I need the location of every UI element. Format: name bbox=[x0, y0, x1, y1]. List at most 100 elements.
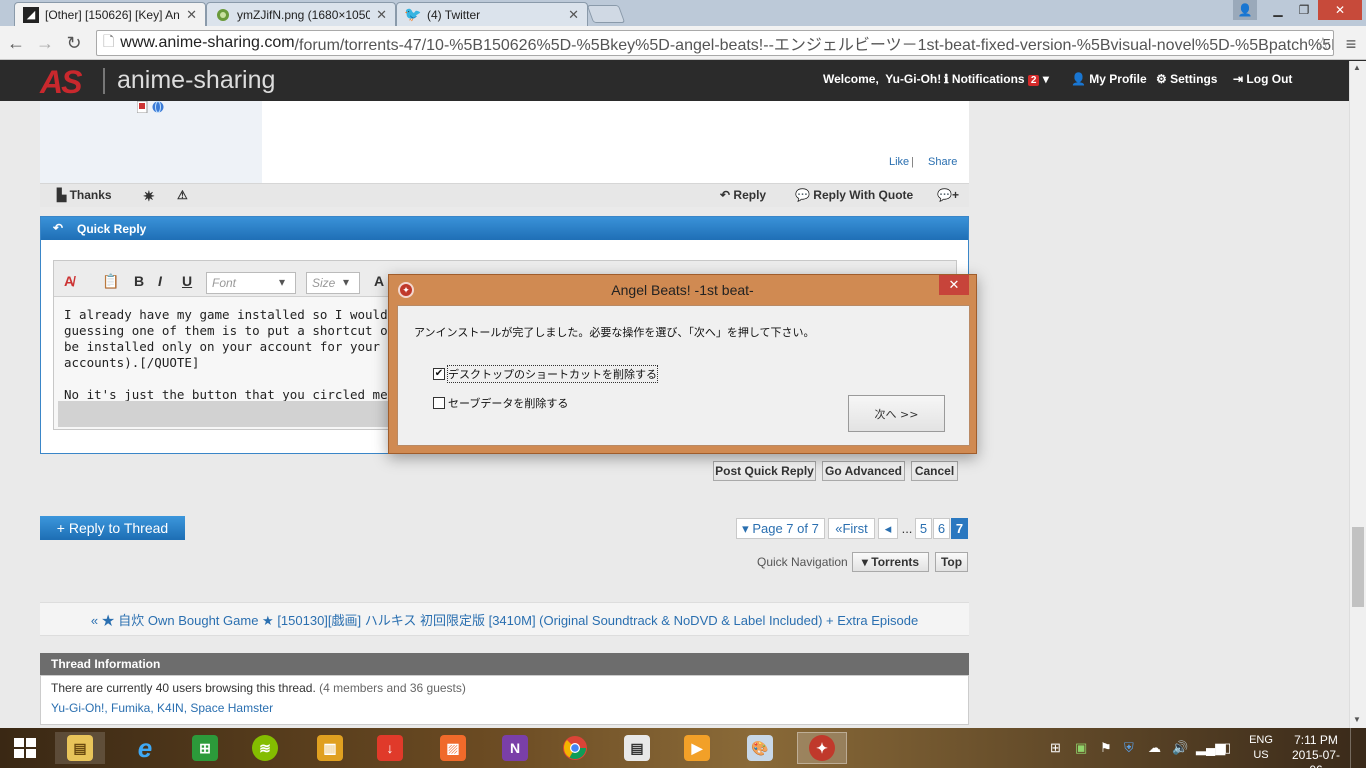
star-icon[interactable]: ✷ bbox=[143, 188, 155, 205]
logo-divider bbox=[103, 68, 105, 94]
media-player-icon[interactable]: ▶ bbox=[672, 732, 722, 764]
reader-app-icon[interactable]: ▤ bbox=[612, 732, 662, 764]
delete-shortcut-option[interactable]: ✔ デスクトップのショートカットを削除する bbox=[433, 365, 658, 383]
like-link[interactable]: Like bbox=[889, 156, 909, 168]
scrollbar-thumb[interactable] bbox=[1352, 527, 1364, 607]
my-profile-link[interactable]: 👤 My Profile bbox=[1071, 72, 1147, 86]
browsing-users-list[interactable]: Yu-Gi-Oh!, Fumika, K4IN, Space Hamster bbox=[51, 701, 273, 715]
remove-format-icon[interactable]: A̸ bbox=[64, 273, 74, 289]
address-bar[interactable]: 🗋 www.anime-sharing.com/forum/torrents-4… bbox=[96, 30, 1334, 56]
spotify-icon[interactable]: ≋ bbox=[240, 732, 290, 764]
page-indicator[interactable]: ▾ Page 7 of 7 bbox=[736, 518, 825, 539]
font-select[interactable]: Font ▾ bbox=[206, 272, 296, 294]
browser-tab-strip: ◢ [Other] [150626] [Key] Ang ✕ ymZJifN.p… bbox=[0, 0, 1366, 26]
site-logo[interactable]: AS bbox=[40, 64, 82, 101]
windows-icon[interactable]: ⊞ bbox=[1050, 740, 1061, 756]
minimize-icon[interactable]: ▁ bbox=[1265, 0, 1291, 20]
system-clock[interactable]: 7:11 PM2015-07-06 bbox=[1288, 733, 1344, 768]
quick-navigation-label: Quick Navigation bbox=[757, 555, 848, 569]
delete-save-data-checkbox[interactable] bbox=[433, 397, 445, 409]
uninstall-dialog: ✦ Angel Beats! -1st beat- ✕ アンインストールが完了し… bbox=[388, 274, 977, 454]
store-icon[interactable]: ⊞ bbox=[180, 732, 230, 764]
go-advanced-button[interactable]: Go Advanced bbox=[822, 461, 905, 481]
page-link-current[interactable]: 7 bbox=[951, 518, 968, 539]
thanks-button[interactable]: ▙ Thanks bbox=[57, 188, 112, 202]
underline-icon[interactable]: U bbox=[182, 273, 192, 289]
report-warning-icon[interactable]: ⚠ bbox=[177, 188, 188, 202]
battery-icon[interactable]: ▯ bbox=[1224, 740, 1231, 756]
font-placeholder: Font bbox=[212, 276, 237, 290]
clock-date: 2015-07-06 bbox=[1291, 748, 1341, 768]
start-button[interactable] bbox=[0, 732, 50, 764]
window-close-icon[interactable]: ✕ bbox=[1318, 0, 1362, 20]
delete-save-data-option[interactable]: セーブデータを削除する bbox=[433, 395, 568, 411]
shield-icon[interactable]: ⛨ bbox=[1124, 740, 1134, 756]
scroll-up-icon[interactable]: ▲ bbox=[1353, 63, 1361, 72]
menu-icon[interactable]: ≡ bbox=[1340, 33, 1362, 55]
close-tab-icon[interactable]: ✕ bbox=[568, 7, 579, 23]
settings-link[interactable]: ⚙ Settings bbox=[1156, 72, 1217, 86]
top-button[interactable]: Top bbox=[935, 552, 968, 572]
logout-link[interactable]: ⇥ Log Out bbox=[1233, 72, 1292, 86]
internet-explorer-icon[interactable]: e bbox=[120, 732, 170, 764]
browser-tab-image[interactable]: ymZJifN.png (1680×1050) ✕ bbox=[206, 2, 396, 26]
prev-page-icon[interactable]: ◂ bbox=[878, 518, 898, 539]
username-link[interactable]: Yu-Gi-Oh! bbox=[885, 72, 941, 86]
photos-icon[interactable]: ▨ bbox=[428, 732, 478, 764]
volume-icon[interactable]: 🔊 bbox=[1172, 740, 1188, 756]
text-color-icon[interactable]: A bbox=[374, 273, 384, 289]
action-center-flag-icon[interactable]: ⚑ bbox=[1100, 740, 1112, 756]
maximize-icon[interactable]: ❐ bbox=[1291, 0, 1317, 20]
share-link[interactable]: Share bbox=[928, 156, 957, 168]
first-page-link[interactable]: «First bbox=[828, 518, 875, 539]
user-profile-icon[interactable]: 👤 bbox=[1233, 0, 1257, 20]
signal-icon[interactable]: ▂▄▆ bbox=[1196, 740, 1225, 756]
vertical-scrollbar[interactable]: ▲ ▼ bbox=[1349, 61, 1366, 728]
reply-with-quote-button[interactable]: 💬 Reply With Quote bbox=[795, 188, 913, 202]
cancel-button[interactable]: Cancel bbox=[911, 461, 958, 481]
forward-icon[interactable]: → bbox=[34, 32, 56, 54]
new-tab-button[interactable] bbox=[586, 5, 626, 23]
chrome-icon[interactable] bbox=[550, 732, 600, 764]
clipboard-app-icon[interactable]: ▥ bbox=[305, 732, 355, 764]
file-explorer-icon[interactable]: ▤ bbox=[55, 732, 105, 764]
size-select[interactable]: Size ▾ bbox=[306, 272, 360, 294]
torrents-nav-button[interactable]: ▾ Torrents bbox=[852, 552, 929, 572]
editor-textarea[interactable]: I already have my game installed so I wo… bbox=[64, 307, 433, 403]
previous-thread-link[interactable]: « ★ 自炊 Own Bought Game ★ [150130][戯画] ハル… bbox=[40, 602, 969, 636]
delete-shortcut-label: デスクトップのショートカットを削除する bbox=[447, 365, 658, 383]
region-code: US bbox=[1253, 749, 1269, 761]
delete-shortcut-checkbox[interactable]: ✔ bbox=[433, 368, 445, 380]
browsing-users-text: There are currently 40 users browsing th… bbox=[51, 681, 466, 695]
post-quick-reply-button[interactable]: Post Quick Reply bbox=[713, 461, 816, 481]
multi-quote-icon[interactable]: 💬+ bbox=[937, 188, 959, 202]
cloud-icon[interactable]: ☁ bbox=[1148, 740, 1161, 756]
close-tab-icon[interactable]: ✕ bbox=[376, 7, 387, 23]
app-tray-icon[interactable]: ▣ bbox=[1075, 740, 1087, 756]
italic-icon[interactable]: I bbox=[158, 273, 162, 289]
close-tab-icon[interactable]: ✕ bbox=[186, 7, 197, 23]
bookmark-star-icon[interactable]: ☆ bbox=[1312, 33, 1334, 55]
bold-icon[interactable]: B bbox=[134, 273, 144, 289]
reload-icon[interactable]: ↻ bbox=[63, 32, 85, 54]
dialog-message: アンインストールが完了しました。必要な操作を選び、「次へ」を押して下さい。 bbox=[414, 326, 815, 339]
input-language[interactable]: ENG US bbox=[1246, 733, 1276, 763]
paint-icon[interactable]: 🎨 bbox=[735, 732, 785, 764]
page-link-6[interactable]: 6 bbox=[933, 518, 950, 539]
reply-to-thread-button[interactable]: + Reply to Thread bbox=[40, 516, 185, 540]
onenote-icon[interactable]: N bbox=[490, 732, 540, 764]
browser-tab-twitter[interactable]: 🐦 (4) Twitter ✕ bbox=[396, 2, 588, 26]
page-link-5[interactable]: 5 bbox=[915, 518, 932, 539]
back-icon[interactable]: ← bbox=[5, 32, 27, 54]
reply-button[interactable]: ↶ Reply bbox=[720, 188, 766, 202]
download-manager-icon[interactable]: ↓ bbox=[365, 732, 415, 764]
browser-tab-active[interactable]: ◢ [Other] [150626] [Key] Ang ✕ bbox=[14, 2, 206, 26]
site-name[interactable]: anime-sharing bbox=[117, 66, 275, 95]
scroll-down-icon[interactable]: ▼ bbox=[1353, 715, 1361, 724]
angel-beats-app-icon[interactable]: ✦ bbox=[797, 732, 847, 764]
paste-icon[interactable]: 📋 bbox=[102, 273, 119, 290]
show-desktop-button[interactable] bbox=[1350, 728, 1366, 768]
notifications-menu[interactable]: ℹ Notifications 2 ▾ bbox=[944, 72, 1049, 86]
next-button[interactable]: 次へ >> bbox=[848, 395, 945, 432]
dialog-close-button[interactable]: ✕ bbox=[939, 275, 969, 295]
